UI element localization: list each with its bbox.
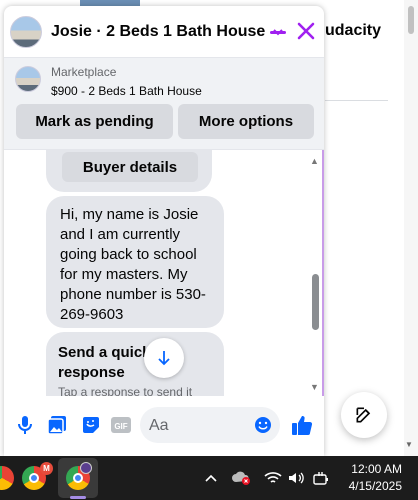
sticker-icon[interactable] (80, 414, 102, 436)
chat-title[interactable]: Josie · 2 Beds 1 Bath House (51, 23, 265, 41)
quick-response-title: Send a quick response (58, 344, 151, 381)
photo-icon[interactable] (46, 414, 68, 436)
emoji-icon[interactable] (252, 414, 274, 436)
page-scrollbar-thumb[interactable] (408, 6, 414, 34)
contact-avatar[interactable] (10, 15, 42, 48)
wifi-icon[interactable] (264, 469, 282, 487)
more-options-button[interactable]: More options (178, 104, 314, 139)
quick-response-subtitle: Tap a response to send it (58, 385, 193, 396)
gif-icon[interactable]: GIF (110, 414, 132, 436)
close-icon[interactable] (297, 22, 315, 40)
taskbar-clock-date[interactable]: 4/15/2025 (336, 479, 402, 493)
chevron-up-icon[interactable] (204, 469, 218, 487)
battery-icon[interactable] (312, 469, 330, 487)
message-text: Hi, my name is Josie and I am currently … (60, 206, 206, 323)
microphone-icon[interactable] (14, 414, 36, 436)
composer: GIF Aa (4, 396, 324, 456)
minimize-button[interactable] (270, 31, 286, 34)
message-input-placeholder: Aa (149, 417, 169, 434)
thumbs-up-icon[interactable] (291, 414, 313, 436)
arrow-down-icon (158, 351, 170, 366)
mark-pending-button[interactable]: Mark as pending (16, 104, 173, 139)
volume-icon[interactable] (288, 469, 306, 487)
taskbar: M 12:00 AM 4/15/2025 (0, 456, 418, 500)
background-divider (325, 100, 388, 101)
notification-badge: M (40, 462, 53, 475)
app-icon-partial[interactable] (0, 466, 14, 490)
listing-panel: Marketplace $900 - 2 Beds 1 Bath House M… (4, 58, 324, 150)
page-scrollbar[interactable] (404, 0, 418, 456)
message-scrollbar-thumb[interactable] (312, 274, 319, 330)
message-scroll-down-arrow[interactable]: ▼ (310, 382, 319, 392)
page-scroll-down-arrow[interactable]: ▼ (405, 440, 413, 449)
gif-label: GIF (114, 422, 127, 431)
active-indicator (70, 496, 86, 499)
chat-window: Josie · 2 Beds 1 Bath House Marketplace … (4, 6, 324, 456)
message-list[interactable]: Buyer details Hi, my name is Josie and I… (4, 150, 324, 396)
listing-title[interactable]: $900 - 2 Beds 1 Bath House (51, 84, 202, 98)
new-message-button[interactable] (341, 392, 387, 438)
chrome-profile-icon[interactable] (66, 462, 92, 490)
compose-icon (356, 407, 371, 423)
conversation-edge (322, 150, 324, 396)
scroll-to-bottom-button[interactable] (144, 338, 184, 378)
listing-thumbnail[interactable] (15, 66, 41, 92)
listing-source-label: Marketplace (51, 65, 117, 79)
message-scroll-up-arrow[interactable]: ▲ (310, 156, 319, 166)
taskbar-clock-time[interactable]: 12:00 AM (346, 462, 402, 476)
background-heading: udacity (325, 22, 382, 39)
chat-header[interactable]: Josie · 2 Beds 1 Bath House (4, 6, 324, 58)
buyer-details-button[interactable]: Buyer details (62, 152, 198, 182)
cloud-sync-error-icon[interactable] (232, 469, 252, 487)
